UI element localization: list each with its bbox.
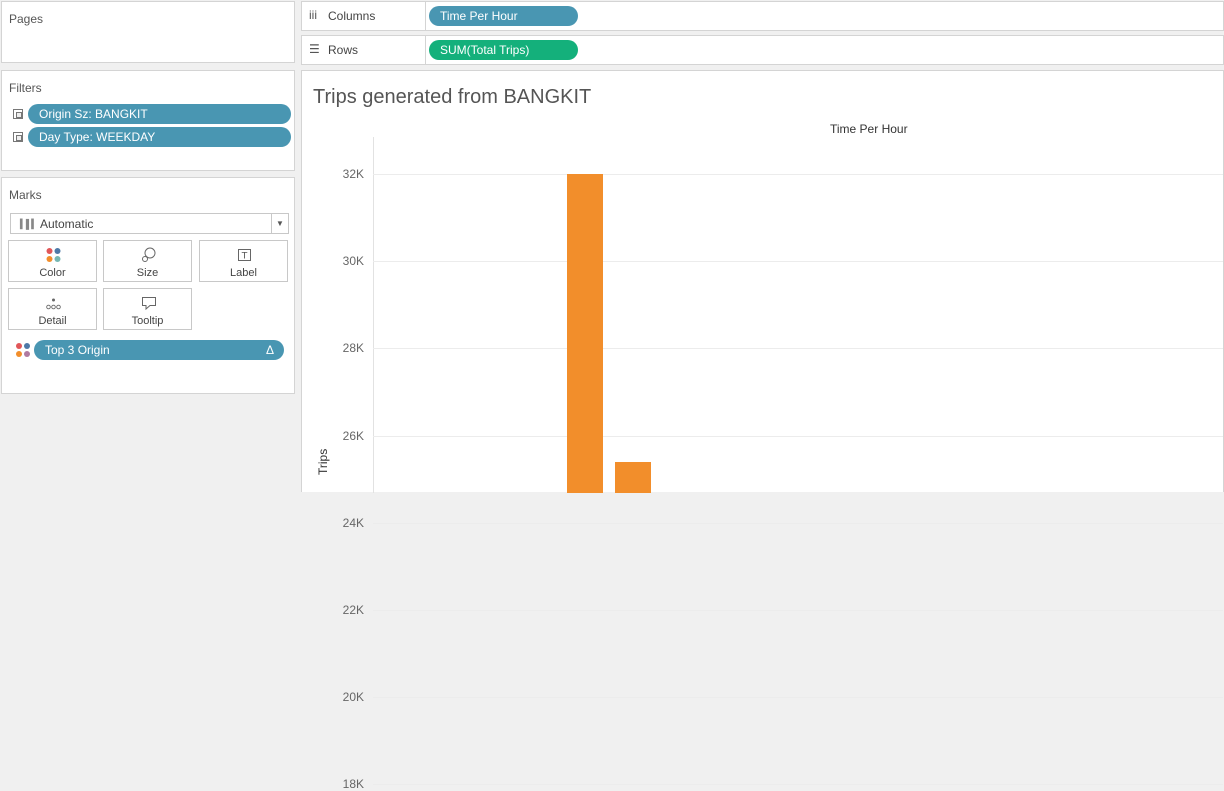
gridline [373, 261, 1223, 262]
time-per-hour-pill[interactable]: Time Per Hour [429, 6, 578, 26]
y-tick-label: 22K [342, 603, 364, 617]
size-button[interactable]: Size [103, 240, 192, 282]
gridline [373, 436, 1223, 437]
marks-title: Marks [9, 188, 42, 202]
rows-label: Rows [328, 43, 359, 57]
filter-pill-origin[interactable]: Origin Sz: BANGKIT [28, 104, 291, 124]
columns-shelf-label: iii Columns [302, 2, 426, 30]
chart-view: Trips generated from BANGKIT Time Per Ho… [301, 70, 1224, 791]
label-label: Label [230, 267, 257, 279]
chevron-down-icon[interactable]: ▼ [271, 214, 288, 233]
tooltip-button[interactable]: Tooltip [103, 288, 192, 330]
gridline [373, 174, 1223, 175]
top-3-origin-label: Top 3 Origin [45, 343, 110, 357]
bar[interactable] [615, 462, 651, 493]
gridline [373, 784, 1223, 785]
color-encoding-icon [16, 343, 30, 357]
color-label: Color [39, 267, 66, 279]
detail-label: Detail [38, 315, 67, 327]
filters-title: Filters [9, 81, 42, 95]
tooltip-icon [142, 297, 156, 311]
y-tick-label: 32K [342, 167, 364, 181]
rows-icon: ☰ [309, 42, 320, 56]
mark-type-value: Automatic [40, 217, 94, 231]
y-tick-label: 26K [342, 429, 364, 443]
label-button[interactable]: T Label [199, 240, 288, 282]
gridline [373, 348, 1223, 349]
gridline [373, 523, 1223, 524]
y-axis-line [373, 137, 374, 493]
filter-icon [13, 109, 23, 119]
bar[interactable] [567, 174, 603, 493]
bar-chart-icon: ▍▌▍ [20, 219, 38, 229]
rows-shelf[interactable]: ☰ Rows SUM(Total Trips) [301, 35, 1224, 65]
delta-icon: Δ [265, 343, 274, 357]
y-tick-label: 24K [342, 516, 364, 530]
detail-icon [46, 298, 61, 310]
filter-pill-day-type[interactable]: Day Type: WEEKDAY [28, 127, 291, 147]
gridline [373, 697, 1223, 698]
gridline [373, 610, 1223, 611]
y-tick-label: 30K [342, 254, 364, 268]
y-tick-label: 20K [342, 690, 364, 704]
top-3-origin-pill[interactable]: Top 3 Origin Δ [34, 340, 284, 360]
y-tick-label: 28K [342, 341, 364, 355]
sum-total-trips-pill[interactable]: SUM(Total Trips) [429, 40, 578, 60]
size-label: Size [136, 267, 159, 279]
pages-title: Pages [9, 12, 44, 26]
columns-shelf[interactable]: iii Columns Time Per Hour [301, 1, 1224, 31]
svg-text:T: T [241, 252, 248, 262]
color-button[interactable]: Color [8, 240, 97, 282]
pages-panel: Pages [1, 1, 295, 63]
y-axis-title: Trips [316, 448, 330, 475]
detail-button[interactable]: Detail [8, 288, 97, 330]
mark-type-dropdown[interactable]: ▍▌▍ Automatic ▼ [10, 213, 289, 234]
columns-icon: iii [309, 8, 317, 22]
filter-icon [13, 132, 23, 142]
columns-label: Columns [328, 9, 376, 23]
filters-panel: Filters Origin Sz: BANGKIT Day Type: WEE… [1, 70, 295, 171]
chart-area: 32K 30K 28K 26K 24K 22K 20K 18K [302, 71, 1223, 791]
text-label-icon: T [238, 249, 251, 262]
size-icon [142, 247, 156, 262]
rows-shelf-label: ☰ Rows [302, 36, 426, 64]
y-tick-label: 18K [342, 777, 364, 791]
marks-panel: Marks ▍▌▍ Automatic ▼ Color Size T Label [1, 177, 295, 394]
color-icon [46, 248, 61, 262]
tooltip-label: Tooltip [131, 315, 164, 327]
